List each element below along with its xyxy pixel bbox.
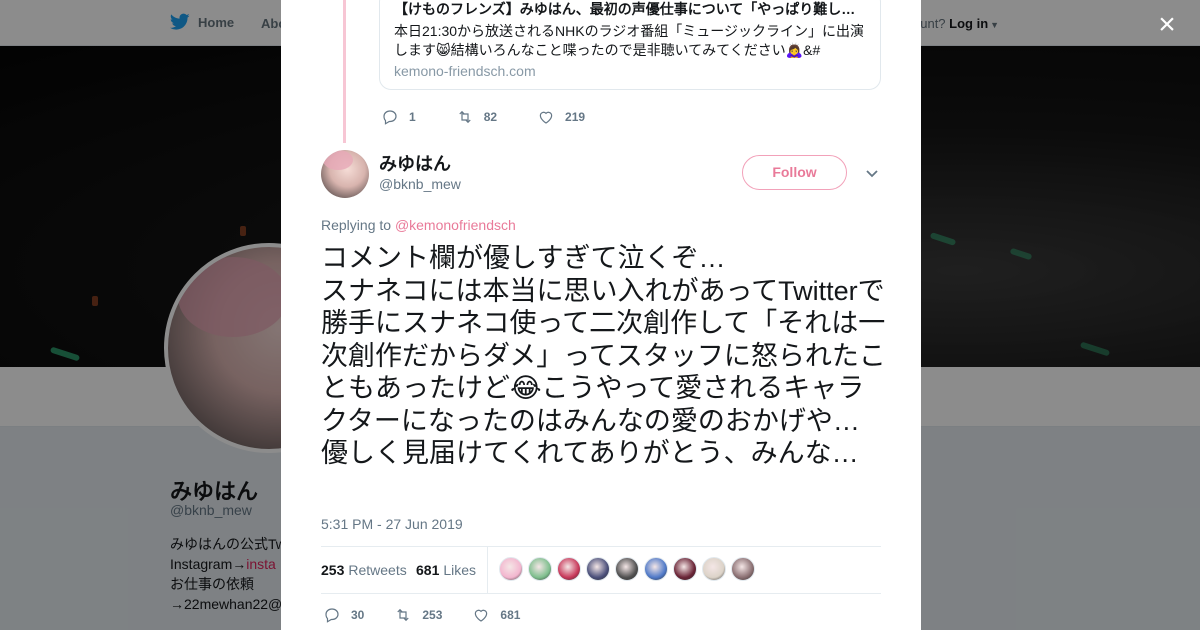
like-button[interactable]: 681 — [472, 606, 520, 624]
tweet-stats: 253 Retweets 681 Likes — [321, 546, 881, 594]
retweet-icon — [459, 110, 471, 124]
retweet-count: 82 — [483, 110, 498, 124]
reply-button[interactable]: 1 — [381, 108, 416, 126]
stats-divider — [487, 547, 488, 593]
retweets-stat-label: Retweets — [348, 562, 407, 578]
reply-button[interactable]: 30 — [323, 606, 364, 624]
liker-avatar[interactable] — [586, 557, 610, 581]
retweets-stat-count: 253 — [321, 562, 345, 578]
heart-icon — [539, 111, 553, 124]
tweet-text-line: スナネコには本当に思い入れがあってTwitterで勝手にスナネコ使って二次創作し… — [321, 275, 886, 469]
reply-count: 30 — [351, 608, 365, 622]
liker-avatar[interactable] — [528, 557, 552, 581]
thread-connector-line — [343, 0, 346, 143]
retweet-icon — [397, 608, 410, 622]
likes-stat-label: Likes — [443, 562, 477, 578]
replying-mention-link[interactable]: @kemonofriendsch — [395, 217, 516, 233]
retweet-button[interactable]: 82 — [456, 108, 497, 126]
author-avatar[interactable] — [321, 150, 369, 198]
tweet-actions: 30 253 681 — [323, 606, 550, 624]
reply-icon — [325, 608, 339, 623]
card-description: 本日21:30から放送されるNHKのラジオ番組「ミュージックライン」に出演します… — [394, 23, 865, 58]
heart-icon — [475, 609, 488, 622]
liker-avatar[interactable] — [644, 557, 668, 581]
liker-avatar[interactable] — [731, 557, 755, 581]
liker-avatar[interactable] — [499, 557, 523, 581]
tweet-modal: 【けものフレンズ】みゆはん、最初の声優仕事について「やっぱり難し… 本日21:3… — [281, 0, 921, 630]
author-name[interactable]: みゆはん — [379, 150, 451, 176]
liker-avatar[interactable] — [673, 557, 697, 581]
replying-prefix: Replying to — [321, 217, 392, 233]
like-count: 681 — [500, 608, 521, 622]
retweets-stat[interactable]: 253 Retweets — [321, 562, 407, 578]
liker-avatar[interactable] — [557, 557, 581, 581]
avatar-hair — [323, 150, 353, 170]
card-domain: kemono-friendsch.com — [394, 63, 536, 79]
card-title: 【けものフレンズ】みゆはん、最初の声優仕事について「やっぱり難し… — [394, 1, 856, 17]
liker-avatars — [499, 557, 755, 581]
liker-avatar[interactable] — [615, 557, 639, 581]
tweet-timestamp[interactable]: 5:31 PM - 27 Jun 2019 — [321, 516, 463, 532]
likes-stat-count: 681 — [416, 562, 440, 578]
chevron-down-icon — [866, 170, 878, 178]
author-handle[interactable]: @bknb_mew — [379, 176, 461, 192]
likes-stat[interactable]: 681 Likes — [416, 562, 476, 578]
tweet-text-line: コメント欄が優しすぎて泣くぞ… — [321, 243, 726, 273]
replying-to: Replying to @kemonofriendsch — [321, 217, 516, 233]
parent-tweet-actions: 1 82 219 — [381, 108, 625, 126]
tweet-body: コメント欄が優しすぎて泣くぞ… スナネコには本当に思い入れがあってTwitter… — [321, 242, 886, 470]
more-options-button[interactable] — [864, 165, 880, 181]
link-preview-card[interactable]: 【けものフレンズ】みゆはん、最初の声優仕事について「やっぱり難し… 本日21:3… — [379, 0, 881, 90]
reply-count: 1 — [409, 110, 416, 124]
like-button[interactable]: 219 — [537, 108, 585, 126]
close-icon[interactable]: × — [1152, 10, 1182, 40]
retweet-count: 253 — [422, 608, 443, 622]
reply-icon — [383, 110, 397, 125]
retweet-button[interactable]: 253 — [394, 606, 442, 624]
like-count: 219 — [565, 110, 586, 124]
liker-avatar[interactable] — [702, 557, 726, 581]
follow-button[interactable]: Follow — [742, 155, 847, 190]
